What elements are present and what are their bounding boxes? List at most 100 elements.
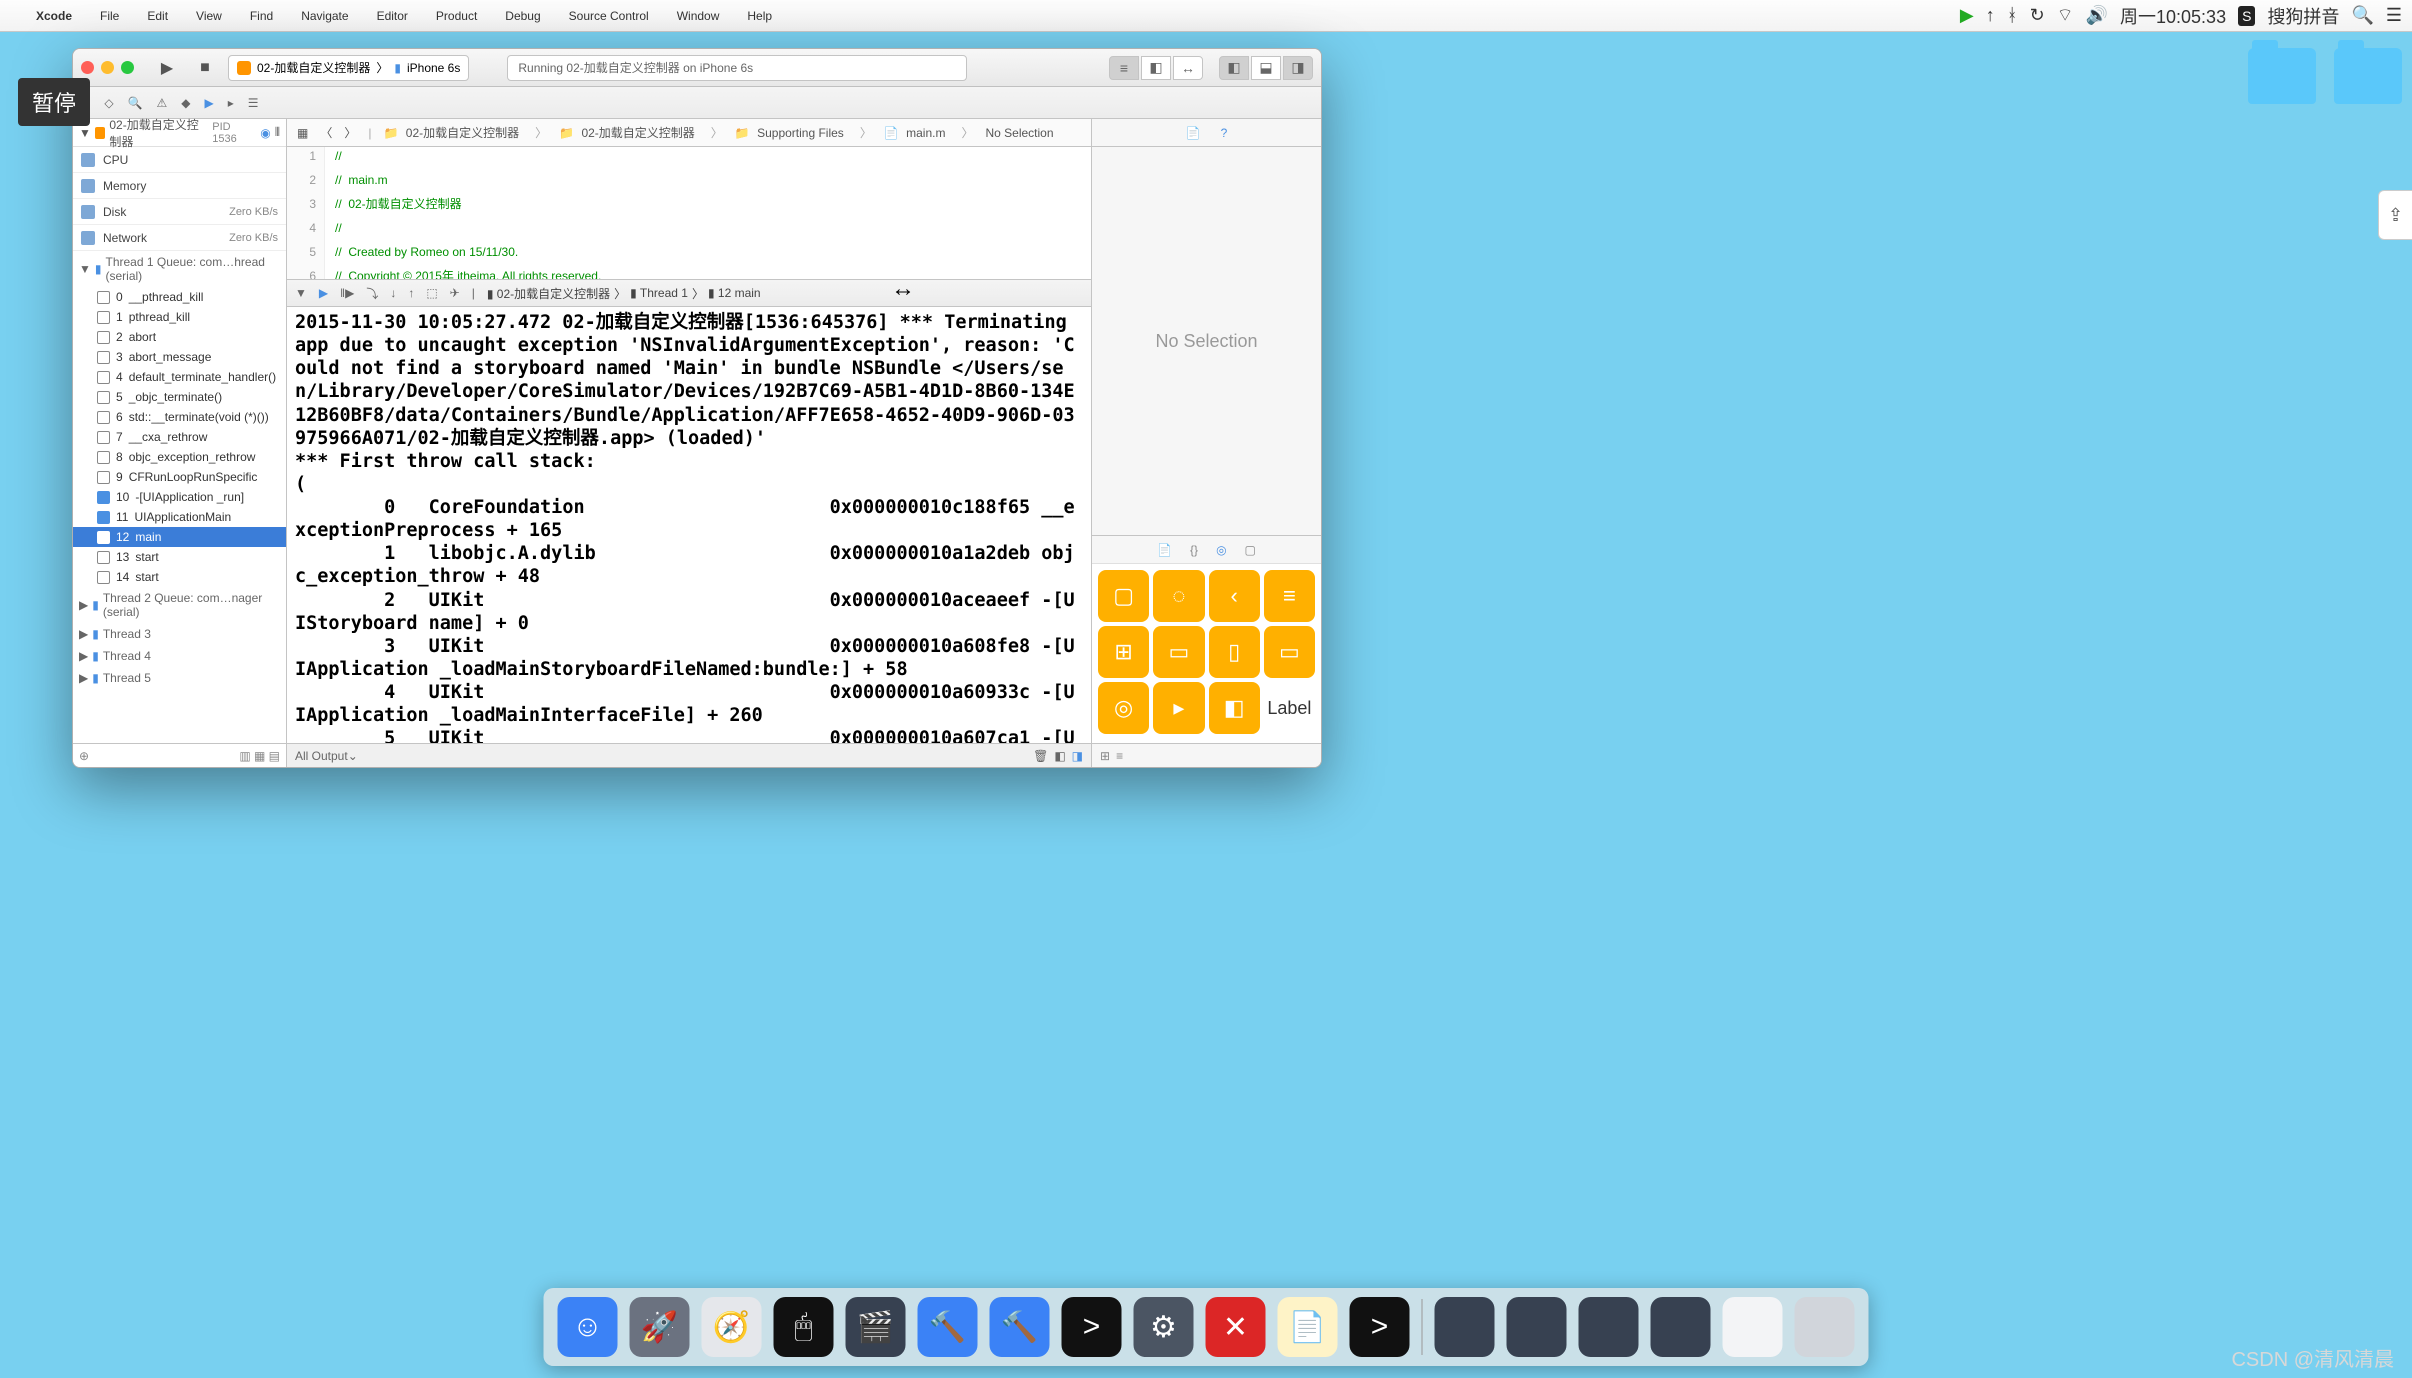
folder-icon[interactable]	[2334, 48, 2402, 104]
issue-nav-icon[interactable]: ⚠	[157, 96, 168, 110]
crumb-file[interactable]: 📄 main.m	[880, 126, 954, 140]
dock-app-terminal[interactable]: >	[1062, 1297, 1122, 1357]
library-object[interactable]: ▢	[1098, 570, 1149, 622]
status-menu-icon[interactable]: ☰	[2386, 5, 2402, 26]
menu-edit[interactable]: Edit	[133, 9, 182, 23]
menu-debug[interactable]: Debug	[491, 9, 554, 23]
debug-nav-icon[interactable]: ▶	[205, 96, 214, 110]
stack-frame[interactable]: 10 -[UIApplication _run]	[73, 487, 286, 507]
dock-item-d2[interactable]	[1507, 1297, 1567, 1357]
dock-app-xcode2[interactable]: 🔨	[990, 1297, 1050, 1357]
forward-button[interactable]: 〉	[340, 124, 360, 141]
dock-app-mouse[interactable]: 🖱	[774, 1297, 834, 1357]
list-view-icon[interactable]: ≡	[1116, 749, 1123, 763]
quickhelp-inspector-icon[interactable]: ?	[1221, 126, 1228, 140]
breakpoint-nav-icon[interactable]: ▸	[228, 96, 234, 110]
stack-frame[interactable]: 11 UIApplicationMain	[73, 507, 286, 527]
crumb-group[interactable]: 📁 02-加载自定义控制器	[555, 124, 703, 141]
gauge-cpu[interactable]: CPU	[73, 147, 286, 173]
menu-sourcecontrol[interactable]: Source Control	[555, 9, 663, 23]
step-over-button[interactable]: ⤵	[366, 285, 378, 302]
stack-frame[interactable]: 13 start	[73, 547, 286, 567]
library-object[interactable]: ◎	[1098, 682, 1149, 734]
menu-product[interactable]: Product	[422, 9, 491, 23]
stack-frame[interactable]: 5 _objc_terminate()	[73, 387, 286, 407]
library-object[interactable]: ▭	[1264, 626, 1315, 678]
step-into-button[interactable]: ↓	[390, 286, 396, 300]
status-volume-icon[interactable]: 🔊	[2086, 5, 2108, 26]
dock-item-trash[interactable]	[1795, 1297, 1855, 1357]
symbol-nav-icon[interactable]: ◇	[104, 96, 113, 110]
dock-item-d4[interactable]	[1651, 1297, 1711, 1357]
menu-find[interactable]: Find	[236, 9, 287, 23]
related-items-icon[interactable]: ▦	[293, 126, 312, 140]
gauge-network[interactable]: NetworkZero KB/s	[73, 225, 286, 251]
stack-frame[interactable]: 12 main	[73, 527, 286, 547]
jump-bar[interactable]: ▦ 〈 〉 | 📁 02-加载自定义控制器〉 📁 02-加载自定义控制器〉 📁 …	[287, 119, 1091, 147]
dock-item-d3[interactable]	[1579, 1297, 1639, 1357]
filter-icon[interactable]: ⊕	[79, 749, 89, 763]
report-nav-icon[interactable]: ☰	[248, 96, 259, 110]
stack-frame[interactable]: 8 objc_exception_rethrow	[73, 447, 286, 467]
thread-header[interactable]: ▶▮Thread 2 Queue: com…nager (serial)	[73, 587, 286, 623]
breakpoints-toggle-icon[interactable]: ▶	[319, 286, 328, 300]
hide-debug-icon[interactable]: ▼	[295, 286, 307, 300]
columns-icon[interactable]: ⦀	[275, 125, 280, 140]
status-search-icon[interactable]: 🔍	[2351, 5, 2373, 26]
code-editor[interactable]: 1234567 //// main.m// 02-加载自定义控制器//// Cr…	[287, 147, 1091, 279]
right-panel-toggle[interactable]: ◨	[1283, 56, 1313, 80]
dock-app-launchpad[interactable]: 🚀	[630, 1297, 690, 1357]
version-editor-button[interactable]: ↔	[1173, 56, 1203, 80]
dock-app-x[interactable]: ✕	[1206, 1297, 1266, 1357]
stack-frame[interactable]: 4 default_terminate_handler()	[73, 367, 286, 387]
minimize-icon[interactable]	[101, 61, 114, 74]
library-object[interactable]: ◧	[1209, 682, 1260, 734]
trash-icon[interactable]: 🗑	[1033, 749, 1048, 763]
media-library-icon[interactable]: ▢	[1245, 543, 1256, 557]
library-object[interactable]: ▭	[1153, 626, 1204, 678]
gauge-memory[interactable]: Memory	[73, 173, 286, 199]
status-wifi-icon[interactable]: ⌔	[2057, 4, 2074, 27]
debug-crumb-thread[interactable]: ▮ Thread 1	[630, 286, 688, 300]
dropdown-icon[interactable]: ⌄	[348, 749, 358, 763]
view-options-icon[interactable]: ▥ ▦ ▤	[239, 749, 280, 763]
crumb-selection[interactable]: No Selection	[981, 126, 1057, 140]
status-ime[interactable]: 搜狗拼音	[2267, 3, 2339, 29]
status-play-icon[interactable]: ▶	[1960, 5, 1974, 26]
output-filter[interactable]: All Output	[295, 749, 348, 763]
file-template-icon[interactable]: 📄	[1157, 543, 1172, 557]
status-ime-badge[interactable]: S	[2238, 6, 2255, 26]
menu-view[interactable]: View	[182, 9, 236, 23]
stack-frame[interactable]: 7 __cxa_rethrow	[73, 427, 286, 447]
dock-app-term2[interactable]: >	[1350, 1297, 1410, 1357]
debug-crumb-frame[interactable]: ▮ 12 main	[708, 286, 761, 300]
dock-app-xcode[interactable]: 🔨	[918, 1297, 978, 1357]
eye-icon[interactable]: ◉	[260, 126, 270, 140]
thread-header[interactable]: ▼▮Thread 1 Queue: com…hread (serial)	[73, 251, 286, 287]
dock-app-safari[interactable]: 🧭	[702, 1297, 762, 1357]
debug-crumb-target[interactable]: ▮ 02-加载自定义控制器	[487, 285, 610, 302]
status-clock[interactable]: 周一10:05:33	[2120, 3, 2226, 29]
menu-file[interactable]: File	[86, 9, 133, 23]
grid-view-icon[interactable]: ⊞	[1100, 749, 1110, 763]
location-icon[interactable]: ✈	[450, 286, 460, 300]
code-snippet-icon[interactable]: {}	[1190, 543, 1198, 557]
stack-frame[interactable]: 1 pthread_kill	[73, 307, 286, 327]
standard-editor-button[interactable]: ≡	[1109, 56, 1139, 80]
menu-app[interactable]: Xcode	[22, 9, 86, 23]
test-nav-icon[interactable]: ◆	[181, 96, 190, 110]
run-button[interactable]: ▶	[152, 55, 182, 81]
object-library-icon[interactable]: ◎	[1216, 543, 1226, 557]
console-pane-toggle[interactable]: ◨	[1072, 749, 1083, 763]
status-timemachine-icon[interactable]: ↻	[2030, 5, 2045, 26]
library-object[interactable]: ◌	[1153, 570, 1204, 622]
stack-frame[interactable]: 0 __pthread_kill	[73, 287, 286, 307]
menu-navigate[interactable]: Navigate	[287, 9, 362, 23]
find-nav-icon[interactable]: 🔍	[128, 96, 143, 110]
library-object[interactable]: Label	[1264, 682, 1315, 734]
bottom-panel-toggle[interactable]: ⬓	[1251, 56, 1281, 80]
scheme-selector[interactable]: 02-加载自定义控制器 〉 ▮ iPhone 6s	[228, 55, 469, 81]
disclosure-triangle-icon[interactable]: ▼	[79, 126, 91, 140]
crumb-folder[interactable]: 📁 Supporting Files	[731, 126, 852, 140]
folder-icon[interactable]	[2248, 48, 2316, 104]
